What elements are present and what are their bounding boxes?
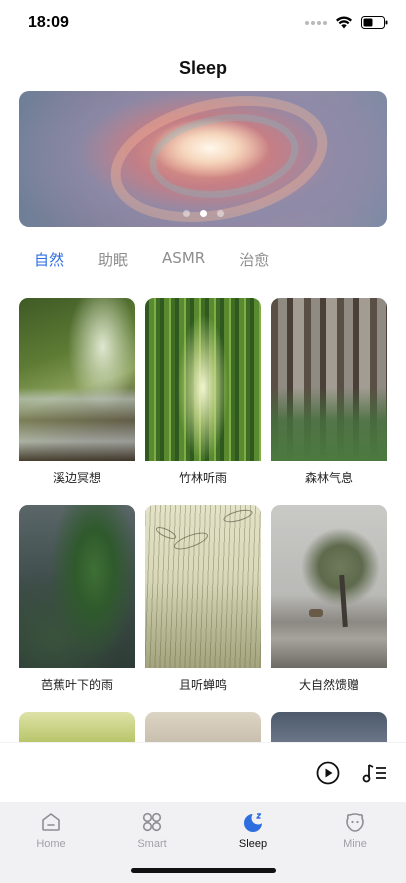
sound-card-image[interactable] [19, 505, 135, 668]
status-bar: 18:09 [0, 0, 406, 48]
smart-icon [142, 812, 162, 832]
sound-card[interactable]: 芭蕉叶下的雨 [19, 505, 135, 692]
home-icon [42, 813, 60, 831]
sound-card[interactable]: 森林气息 [271, 298, 387, 485]
sound-card[interactable] [145, 712, 261, 742]
banner-dot[interactable] [182, 210, 190, 217]
tab-home[interactable]: Home [16, 810, 86, 850]
tab-nature[interactable]: 自然 [34, 249, 64, 270]
tab-sleep[interactable]: Sleep [218, 810, 288, 850]
sound-card[interactable]: 大自然馈赠 [271, 505, 387, 692]
sound-card-title: 大自然馈赠 [298, 678, 359, 692]
sound-card-image[interactable] [271, 712, 387, 742]
status-time: 18:09 [28, 14, 69, 31]
mine-face-icon [346, 813, 364, 832]
sound-card[interactable]: 竹林听雨 [145, 298, 261, 485]
sound-card-title: 且听蝉鸣 [178, 678, 227, 692]
sound-card[interactable]: 溪边冥想 [19, 298, 135, 485]
playlist-icon[interactable] [362, 761, 388, 785]
sound-card-image[interactable] [271, 298, 387, 461]
category-tabs: 自然 助眠 ASMR 治愈 [34, 249, 303, 270]
sound-card-image[interactable] [145, 298, 261, 461]
sound-card-image[interactable] [19, 712, 135, 742]
banner-pagination [19, 210, 387, 217]
tab-mine[interactable]: Mine [320, 810, 390, 850]
battery-icon [361, 16, 388, 29]
sleep-moon-icon [244, 811, 265, 832]
sound-card[interactable] [19, 712, 135, 742]
sound-card-image[interactable] [19, 298, 135, 461]
sound-card-image[interactable] [145, 505, 261, 668]
sound-card-title: 溪边冥想 [52, 471, 101, 485]
play-icon[interactable] [316, 761, 340, 785]
tab-sleep-aid[interactable]: 助眠 [98, 249, 128, 270]
tab-sleep-label: Sleep [238, 838, 268, 850]
sound-card-image[interactable] [145, 712, 261, 742]
mini-player [0, 742, 406, 802]
sound-card-title: 竹林听雨 [178, 471, 227, 485]
tab-smart[interactable]: Smart [117, 810, 187, 850]
tab-home-label: Home [36, 838, 66, 850]
tab-asmr[interactable]: ASMR [162, 249, 205, 270]
banner-dot-active[interactable] [199, 210, 207, 217]
sound-card-title: 森林气息 [304, 471, 353, 485]
sound-card-title: 芭蕉叶下的雨 [40, 678, 113, 692]
tab-smart-label: Smart [137, 838, 167, 850]
sound-card[interactable]: 且听蝉鸣 [145, 505, 261, 692]
wifi-icon [336, 16, 352, 29]
tab-healing[interactable]: 治愈 [239, 249, 269, 270]
sound-card[interactable] [271, 712, 387, 742]
featured-banner[interactable] [19, 91, 387, 227]
status-icons [305, 16, 388, 29]
tab-mine-label: Mine [343, 838, 367, 850]
page-title: Sleep [178, 58, 228, 78]
banner-dot[interactable] [216, 210, 224, 217]
signal-dots-icon [305, 20, 327, 25]
sound-card-image[interactable] [271, 505, 387, 668]
home-indicator[interactable] [131, 868, 276, 873]
